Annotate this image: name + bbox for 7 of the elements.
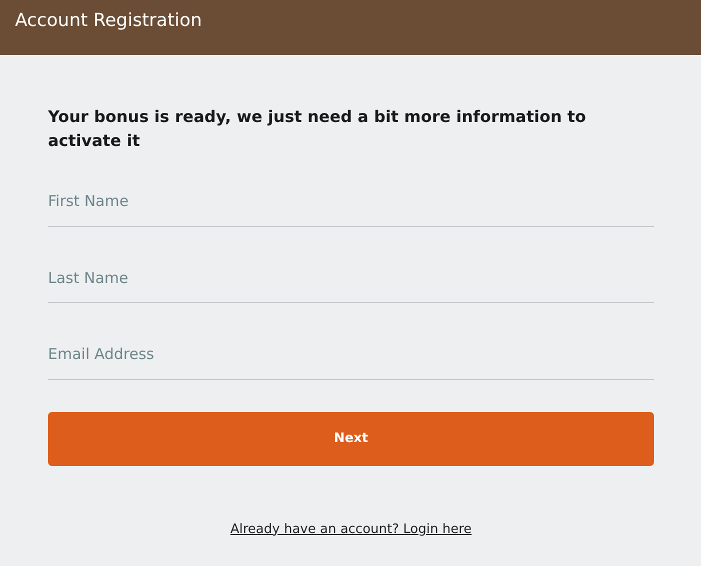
input-field[interactable]: First Name (48, 185, 654, 226)
input-field[interactable]: Email Address (48, 338, 654, 380)
input-field[interactable]: Last Name (48, 262, 654, 303)
page-title: Account Registration (15, 10, 202, 31)
login-link[interactable]: Already have an account? Login here (230, 522, 472, 536)
heading: Your bonus is ready, we just need a bit more information to activate it (48, 106, 588, 152)
next-button[interactable]: Next (48, 412, 654, 466)
